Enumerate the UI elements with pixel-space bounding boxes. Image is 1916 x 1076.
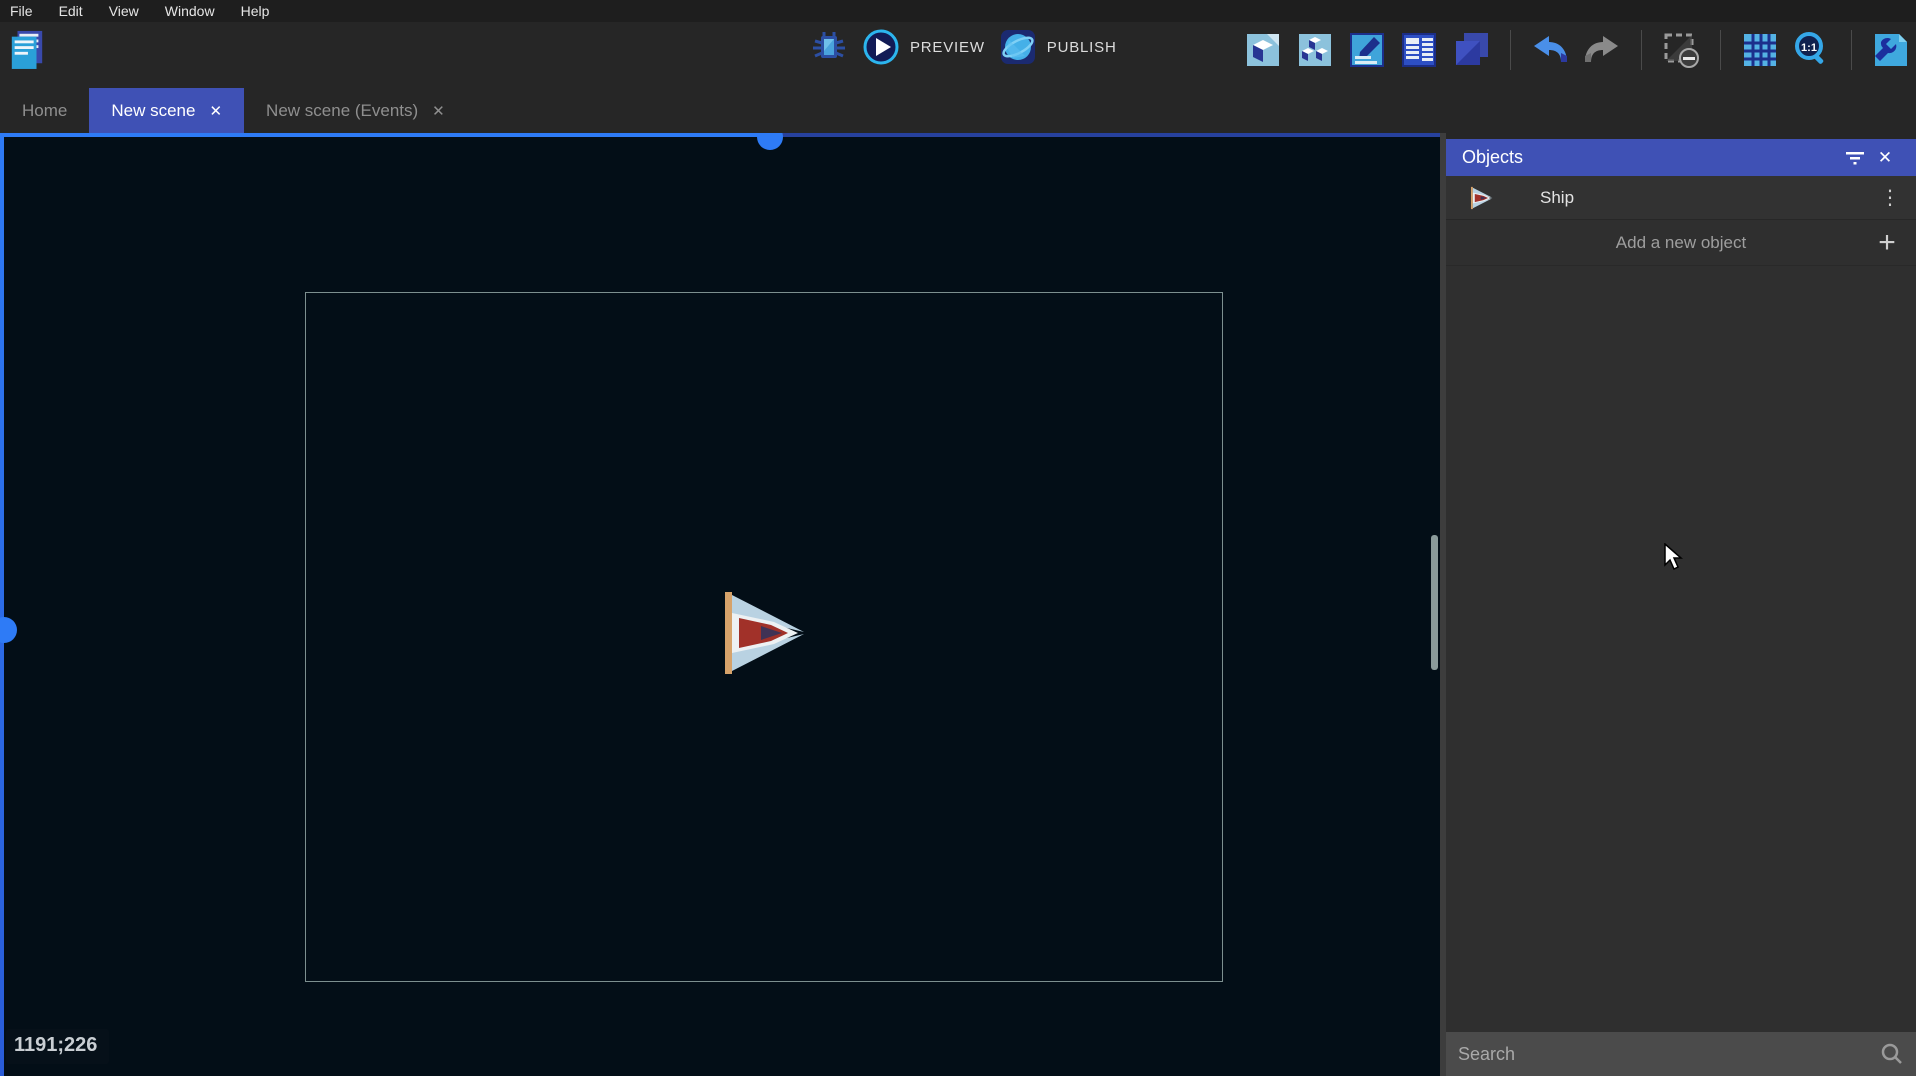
kebab-menu-icon[interactable]: ⋮ [1878, 192, 1902, 204]
layers-icon[interactable] [1452, 31, 1490, 69]
main-toolbar: PREVIEW PUBLISH [0, 22, 1916, 88]
project-manager-icon[interactable] [8, 30, 46, 68]
tab-label: New scene (Events) [266, 101, 418, 121]
object-row-ship[interactable]: Ship ⋮ [1446, 176, 1916, 220]
objects-search-bar [1446, 1032, 1916, 1076]
top-resize-handle-dot[interactable] [757, 133, 783, 150]
search-input[interactable] [1458, 1044, 1880, 1065]
vertical-scrollbar-thumb[interactable] [1431, 535, 1438, 670]
objects-panel-title: Objects [1462, 147, 1840, 168]
play-icon [862, 28, 900, 66]
top-resize-handle[interactable] [0, 133, 770, 137]
close-icon[interactable]: ✕ [209, 102, 222, 120]
add-object-label: Add a new object [1460, 233, 1872, 253]
tab-new-scene[interactable]: New scene ✕ [89, 88, 244, 133]
zoom-1-1-icon[interactable]: 1:1 [1793, 31, 1831, 69]
gdevelop-window: File Edit View Window Help [0, 0, 1916, 1076]
toolbar-separator [1510, 30, 1511, 70]
publish-button[interactable]: PUBLISH [999, 28, 1117, 66]
undo-icon[interactable] [1531, 31, 1569, 69]
ship-thumbnail-icon [1466, 185, 1496, 211]
object-name: Ship [1540, 188, 1878, 208]
close-icon[interactable]: ✕ [432, 102, 445, 120]
preview-label: PREVIEW [910, 39, 985, 56]
menu-window[interactable]: Window [165, 3, 215, 19]
tab-home[interactable]: Home [0, 88, 89, 133]
left-resize-handle[interactable] [0, 133, 4, 1076]
objects-panel-empty-area [1446, 266, 1916, 1032]
menu-file[interactable]: File [10, 3, 33, 19]
main-area: 1191;226 Objects ✕ [0, 133, 1916, 1076]
objects-editor-icon[interactable] [1244, 31, 1282, 69]
left-resize-handle-dot[interactable] [0, 617, 17, 643]
menu-view[interactable]: View [109, 3, 139, 19]
object-groups-icon[interactable] [1296, 31, 1334, 69]
tab-label: Home [22, 101, 67, 121]
scene-properties-pencil-icon[interactable] [1348, 31, 1386, 69]
preview-button[interactable]: PREVIEW [862, 28, 985, 66]
cursor-coordinates-badge: 1191;226 [6, 1029, 109, 1064]
debug-icon[interactable] [810, 28, 848, 66]
toolbar-separator [1641, 30, 1642, 70]
toolbar-separator [1720, 30, 1721, 70]
wrench-document-icon[interactable] [1872, 31, 1910, 69]
plus-icon: + [1872, 226, 1902, 260]
editor-tab-bar: Home New scene ✕ New scene (Events) ✕ [0, 88, 1916, 133]
close-icon[interactable]: ✕ [1870, 143, 1900, 173]
menu-help[interactable]: Help [241, 3, 270, 19]
toolbar-separator [1851, 30, 1852, 70]
objects-panel-header: Objects ✕ [1446, 139, 1916, 176]
menu-edit[interactable]: Edit [59, 3, 83, 19]
objects-panel: Objects ✕ [1446, 133, 1916, 1076]
filter-icon[interactable] [1840, 143, 1870, 173]
publish-globe-icon [999, 28, 1037, 66]
search-icon [1880, 1042, 1904, 1066]
instances-list-icon[interactable] [1400, 31, 1438, 69]
redo-icon[interactable] [1583, 31, 1621, 69]
scene-editor-canvas[interactable]: 1191;226 [0, 133, 1440, 1076]
svg-text:1:1: 1:1 [1801, 42, 1817, 54]
add-object-button[interactable]: Add a new object + [1446, 220, 1916, 266]
tab-label: New scene [111, 101, 195, 121]
mouse-cursor [1662, 543, 1686, 571]
publish-label: PUBLISH [1047, 39, 1117, 56]
top-resize-handle[interactable] [770, 133, 1440, 137]
menu-bar: File Edit View Window Help [0, 0, 1916, 22]
tab-new-scene-events[interactable]: New scene (Events) ✕ [244, 88, 467, 133]
grid-icon[interactable] [1741, 31, 1779, 69]
ship-instance[interactable] [716, 585, 808, 681]
window-mask-icon[interactable] [1662, 31, 1700, 69]
